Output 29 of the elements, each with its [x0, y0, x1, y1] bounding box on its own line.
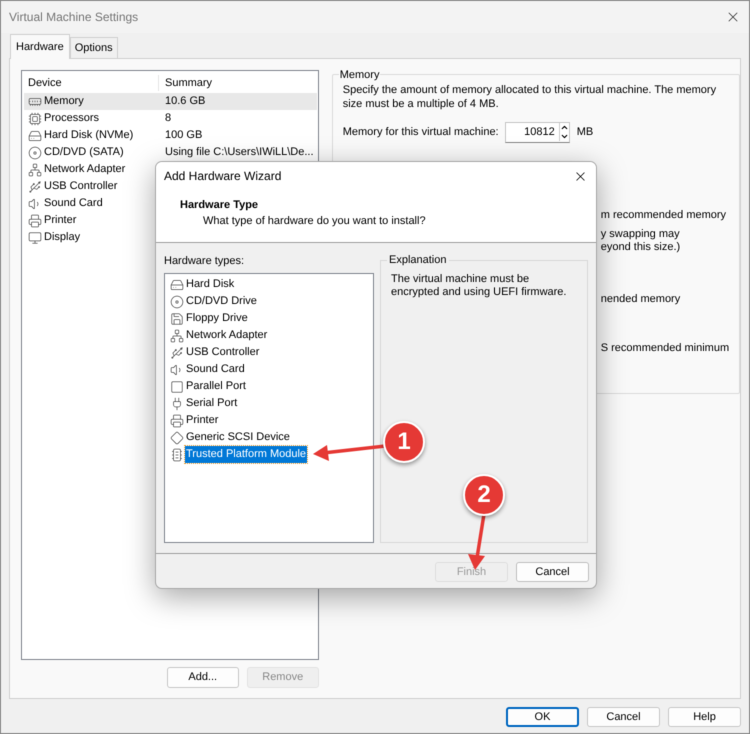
- field-label: Memory for this virtual machine:: [342, 124, 500, 140]
- device-name: Network Adapter: [44, 162, 126, 178]
- memory-note: S recommended minimum: [600, 342, 730, 355]
- dialog-title: Add Hardware Wizard: [164, 168, 282, 185]
- list-label: Hardware types:: [164, 254, 246, 268]
- group-legend: Explanation: [387, 253, 448, 267]
- device-summary: 8: [164, 111, 172, 126]
- device-name: USB Controller: [44, 179, 118, 194]
- device-name: Display: [44, 230, 80, 246]
- explanation-text: The virtual machine must be encrypted and using UEFI firmware.: [391, 273, 568, 299]
- device-name: Printer: [44, 213, 76, 228]
- device-summary: 100 GB: [164, 128, 202, 144]
- memory-description: Specify the amount of memory allocated to this virtual machine. The memory size must be a multiple of 4 MB.: [342, 83, 718, 111]
- device-name: Processors: [44, 111, 100, 126]
- device-summary: Using file C:\Users\IWiLL\De...: [164, 145, 314, 160]
- window-title: Virtual Machine Settings: [9, 9, 138, 26]
- memory-note: nended memory: [600, 293, 682, 306]
- device-name: CD/DVD (SATA): [44, 145, 124, 160]
- memory-note: eyond this size.): [600, 241, 682, 254]
- unit-label: MB: [576, 124, 594, 140]
- device-name: Hard Disk (NVMe): [44, 128, 134, 144]
- wizard-heading: Hardware Type: [179, 198, 260, 212]
- wizard-subtitle: What type of hardware do you want to install?: [202, 214, 427, 228]
- device-name: Sound Card: [44, 196, 103, 212]
- memory-note: m recommended memory: [600, 209, 728, 222]
- group-legend: Memory: [338, 67, 380, 84]
- memory-note: y swapping may: [600, 228, 681, 241]
- device-name: Memory: [44, 94, 84, 110]
- device-summary: 10.6 GB: [164, 94, 206, 110]
